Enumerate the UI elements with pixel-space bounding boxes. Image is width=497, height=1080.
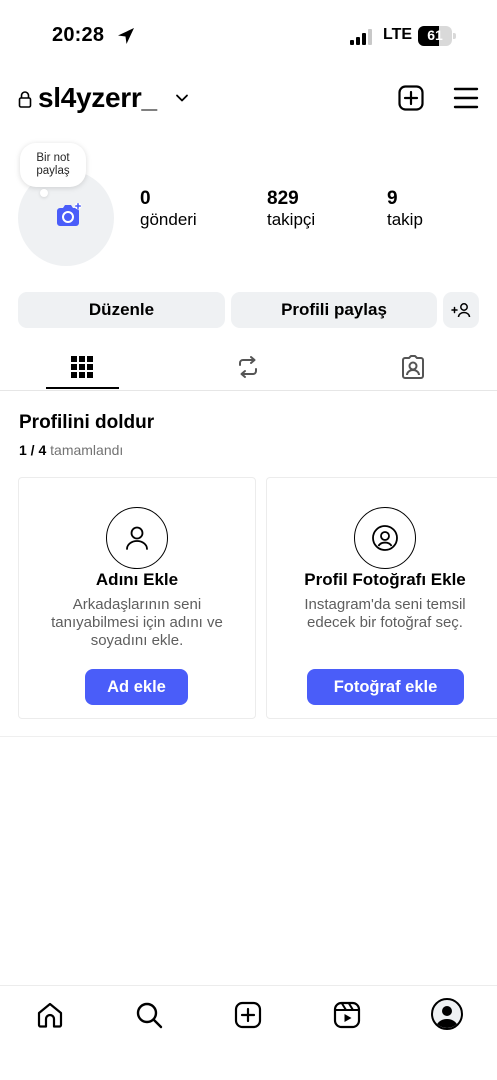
stat-followers-label: takipçi xyxy=(267,210,316,229)
section-divider xyxy=(0,736,497,737)
grid-icon[interactable] xyxy=(70,355,94,379)
add-name-title: Adını Ekle xyxy=(95,570,179,589)
stat-posts-count: 0 xyxy=(140,188,151,209)
signal-icon xyxy=(350,29,372,45)
status-time: 20:28 xyxy=(52,24,105,46)
share-profile-button[interactable]: Profili paylaş xyxy=(231,292,437,328)
discover-people-button[interactable] xyxy=(443,292,479,328)
profile-icon[interactable] xyxy=(431,998,463,1030)
new-post-icon[interactable] xyxy=(398,85,424,111)
add-name-button[interactable]: Ad ekle xyxy=(85,669,188,705)
stat-followers-count: 829 xyxy=(267,188,299,209)
add-photo-description: Instagram'da seni temsil edecek bir foto… xyxy=(267,596,497,632)
add-name-desc-line3: soyadını ekle. xyxy=(90,632,184,649)
location-arrow-icon xyxy=(118,28,134,44)
note-bubble-tail xyxy=(40,189,48,197)
add-photo-circle xyxy=(354,507,416,569)
username[interactable]: sl4yzerr_ xyxy=(38,82,157,114)
bottom-nav-divider xyxy=(0,985,497,986)
active-tab-indicator xyxy=(46,387,119,389)
stat-following[interactable]: 9 takip xyxy=(387,188,423,230)
add-photo-title: Profil Fotoğrafı Ekle xyxy=(304,570,466,589)
note-text-line2: paylaş xyxy=(36,165,70,177)
add-name-circle xyxy=(106,507,168,569)
battery-icon: 61 xyxy=(418,26,458,46)
tagged-icon[interactable] xyxy=(400,354,426,380)
add-name-desc-line2: tanıyabilmesi için adını ve xyxy=(51,614,223,631)
edit-profile-button[interactable]: Düzenle xyxy=(18,292,225,328)
menu-icon[interactable] xyxy=(453,86,479,110)
reposts-icon[interactable] xyxy=(235,354,261,380)
person-icon xyxy=(126,526,148,550)
tab-divider xyxy=(0,390,497,391)
add-person-icon xyxy=(451,303,471,318)
avatar-placeholder-icon xyxy=(436,1006,458,1028)
add-photo-camera-icon[interactable] xyxy=(54,203,82,229)
add-name-card: Adını Ekle Arkadaşlarının seni tanıyabil… xyxy=(18,477,256,719)
stat-following-label: takip xyxy=(387,210,423,229)
network-type: LTE xyxy=(383,26,413,43)
complete-profile-progress: 1 / 4 tamamlandı xyxy=(19,442,123,458)
add-name-desc-line1: Arkadaşlarının seni xyxy=(72,596,202,613)
chevron-down-icon[interactable] xyxy=(175,92,189,104)
complete-profile-title: Profilini doldur xyxy=(19,412,155,433)
lock-icon xyxy=(18,91,32,108)
add-photo-desc-line2: edecek bir fotoğraf seç. xyxy=(307,614,463,631)
create-icon[interactable] xyxy=(233,1000,263,1030)
stat-followers[interactable]: 829 takipçi xyxy=(267,188,315,230)
home-icon[interactable] xyxy=(35,1000,65,1030)
add-photo-button[interactable]: Fotoğraf ekle xyxy=(307,669,464,705)
progress-count: 1 / 4 xyxy=(19,442,47,458)
battery-level: 61 xyxy=(427,27,443,43)
add-photo-desc-line1: Instagram'da seni temsil xyxy=(304,596,466,613)
search-icon[interactable] xyxy=(134,1000,164,1030)
add-name-description: Arkadaşlarının seni tanıyabilmesi için a… xyxy=(19,596,255,650)
add-photo-card: Profil Fotoğrafı Ekle Instagram'da seni … xyxy=(266,477,497,719)
note-bubble[interactable]: Bir not paylaş xyxy=(20,143,86,187)
reels-icon[interactable] xyxy=(332,1000,362,1030)
stat-following-count: 9 xyxy=(387,188,398,209)
note-text-line1: Bir not xyxy=(36,152,70,164)
progress-suffix: tamamlandı xyxy=(50,442,124,458)
profile-photo-icon xyxy=(372,525,398,551)
stat-posts-label: gönderi xyxy=(140,210,197,229)
stat-posts: 0 gönderi xyxy=(140,188,197,230)
